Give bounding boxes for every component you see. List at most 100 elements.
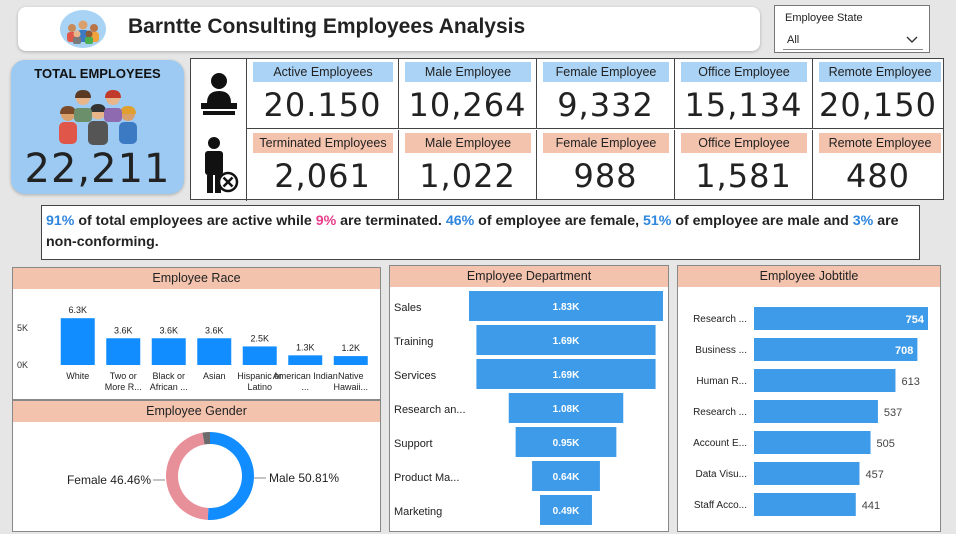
kpi-label: Active Employees [253,62,393,82]
category-label: Latino [247,382,272,392]
jobtitle-bar [754,493,856,516]
category-label: Business ... [695,345,747,356]
data-label: 1.69K [553,370,580,381]
race-bar [288,355,323,365]
data-label: 3.6K [114,325,133,335]
category-label: Staff Acco... [694,500,747,511]
male-slice [207,432,254,520]
summary-fragment: of employee are male and [671,213,853,229]
department-chart-panel: Employee Department Sales 1.83K Training 1.… [389,265,669,532]
total-employees-label: TOTAL EMPLOYEES [34,66,161,81]
jobtitle-bar [754,462,860,485]
data-label: 708 [895,345,913,357]
jobtitle-chart-title: Employee Jobtitle [678,266,940,287]
race-bar [242,346,277,365]
female-slice [165,432,209,520]
race-bar [333,356,368,365]
gender-chart-panel: Employee Gender Female 46.46% Male 50.81% [12,400,381,532]
category-label: Account E... [693,438,747,449]
slicer-label: Employee State [785,12,863,24]
kpi-office-active: Office Employee 15,134 [675,59,813,129]
kpi-value: 2,061 [274,157,371,195]
kpi-office-terminated: Office Employee 1,581 [675,130,813,200]
kpi-remote-terminated: Remote Employee 480 [813,130,943,200]
active-percent: 91% [46,213,75,229]
category-label: Human R... [696,376,747,387]
data-label: 505 [877,438,895,450]
female-percent: 46% [445,213,475,229]
category-label: More R... [105,382,142,392]
department-chart-title: Employee Department [390,266,668,287]
jobtitle-chart-panel: Employee Jobtitle Research ... 754 Busines… [677,265,941,532]
y-tick-label: 5K [17,323,28,333]
category-label: White [66,371,89,381]
employee-state-slicer[interactable]: Employee State All [774,5,930,53]
title-bar: Barntte Consulting Employees Analysis [18,7,760,51]
kpi-value: 20,150 [819,86,937,124]
category-label: Data Visu... [695,469,747,480]
category-label: American Indian [273,371,338,381]
kpi-value: 1,022 [419,157,516,195]
data-label: 754 [906,314,925,326]
kpi-terminated-employees: Terminated Employees 2,061 [247,130,399,200]
kpi-label: Office Employee [681,133,807,153]
category-label: Training [394,336,433,348]
female-label: Female 46.46% [67,473,151,487]
kpi-icon-column [191,59,247,201]
data-label: 457 [865,469,883,481]
data-label: 1.69K [553,336,580,347]
terminated-percent: 9% [315,213,337,229]
category-label: ... [301,382,309,392]
kpi-male-terminated: Male Employee 1,022 [399,130,537,200]
kpi-label: Remote Employee [819,133,941,153]
category-label: Two or [110,371,137,381]
data-label: 0.49K [553,506,580,517]
kpi-label: Male Employee [405,62,531,82]
male-percent: 51% [642,213,672,229]
data-label: 441 [862,500,880,512]
summary-text: 91% of total employees are active while … [41,205,920,260]
kpi-value: 1,581 [695,157,792,195]
data-label: 3.6K [159,325,178,335]
jobtitle-bar [754,400,878,423]
non-conforming-percent: 3% [852,213,874,229]
data-label: 0.64K [553,472,580,483]
department-funnel-chart: Sales 1.83K Training 1.69K Services 1.69K Rese… [394,291,663,525]
jobtitle-bar [754,338,918,361]
data-label: 0.95K [553,438,580,449]
category-label: Black or [152,371,185,381]
data-label: 1.2K [341,343,360,353]
kpi-value: 480 [845,157,911,195]
category-label: Research an... [394,404,466,416]
data-label: 3.6K [205,325,224,335]
category-label: African ... [150,382,188,392]
category-label: Asian [203,371,226,381]
employee-state-dropdown[interactable]: All [783,31,923,50]
jobtitle-bar [754,431,871,454]
gender-chart-title: Employee Gender [13,401,380,422]
data-label: 6.3K [68,305,87,315]
kpi-grid: Active Employees 20.150 Terminated Emplo… [190,58,944,201]
active-employee-icon [201,73,237,115]
category-label: Services [394,370,437,382]
kpi-label: Remote Employee [819,62,941,82]
kpi-label: Terminated Employees [253,133,393,153]
male-label: Male 50.81% [269,471,339,485]
summary-fragment: of total employees are active while [74,213,316,229]
category-label: Research ... [693,407,747,418]
race-bar [197,338,232,365]
y-tick-label: 0K [17,360,28,370]
data-label: 2.5K [250,333,269,343]
race-chart-panel: Employee Race 0K 5K 6.3K White 3.6K Two or Mor… [12,267,381,400]
employees-group-icon [59,90,137,145]
summary-fragment: of employee are female, [474,213,643,229]
kpi-label: Female Employee [543,133,669,153]
category-label: Marketing [394,506,442,518]
kpi-male-active: Male Employee 10,264 [399,59,537,129]
kpi-value: 15,134 [684,86,803,124]
category-label: Support [394,438,433,450]
page-title: Barntte Consulting Employees Analysis [128,15,526,38]
chevron-down-icon[interactable] [905,33,919,45]
category-label: Hawaii... [333,382,368,392]
category-label: Native [338,371,364,381]
